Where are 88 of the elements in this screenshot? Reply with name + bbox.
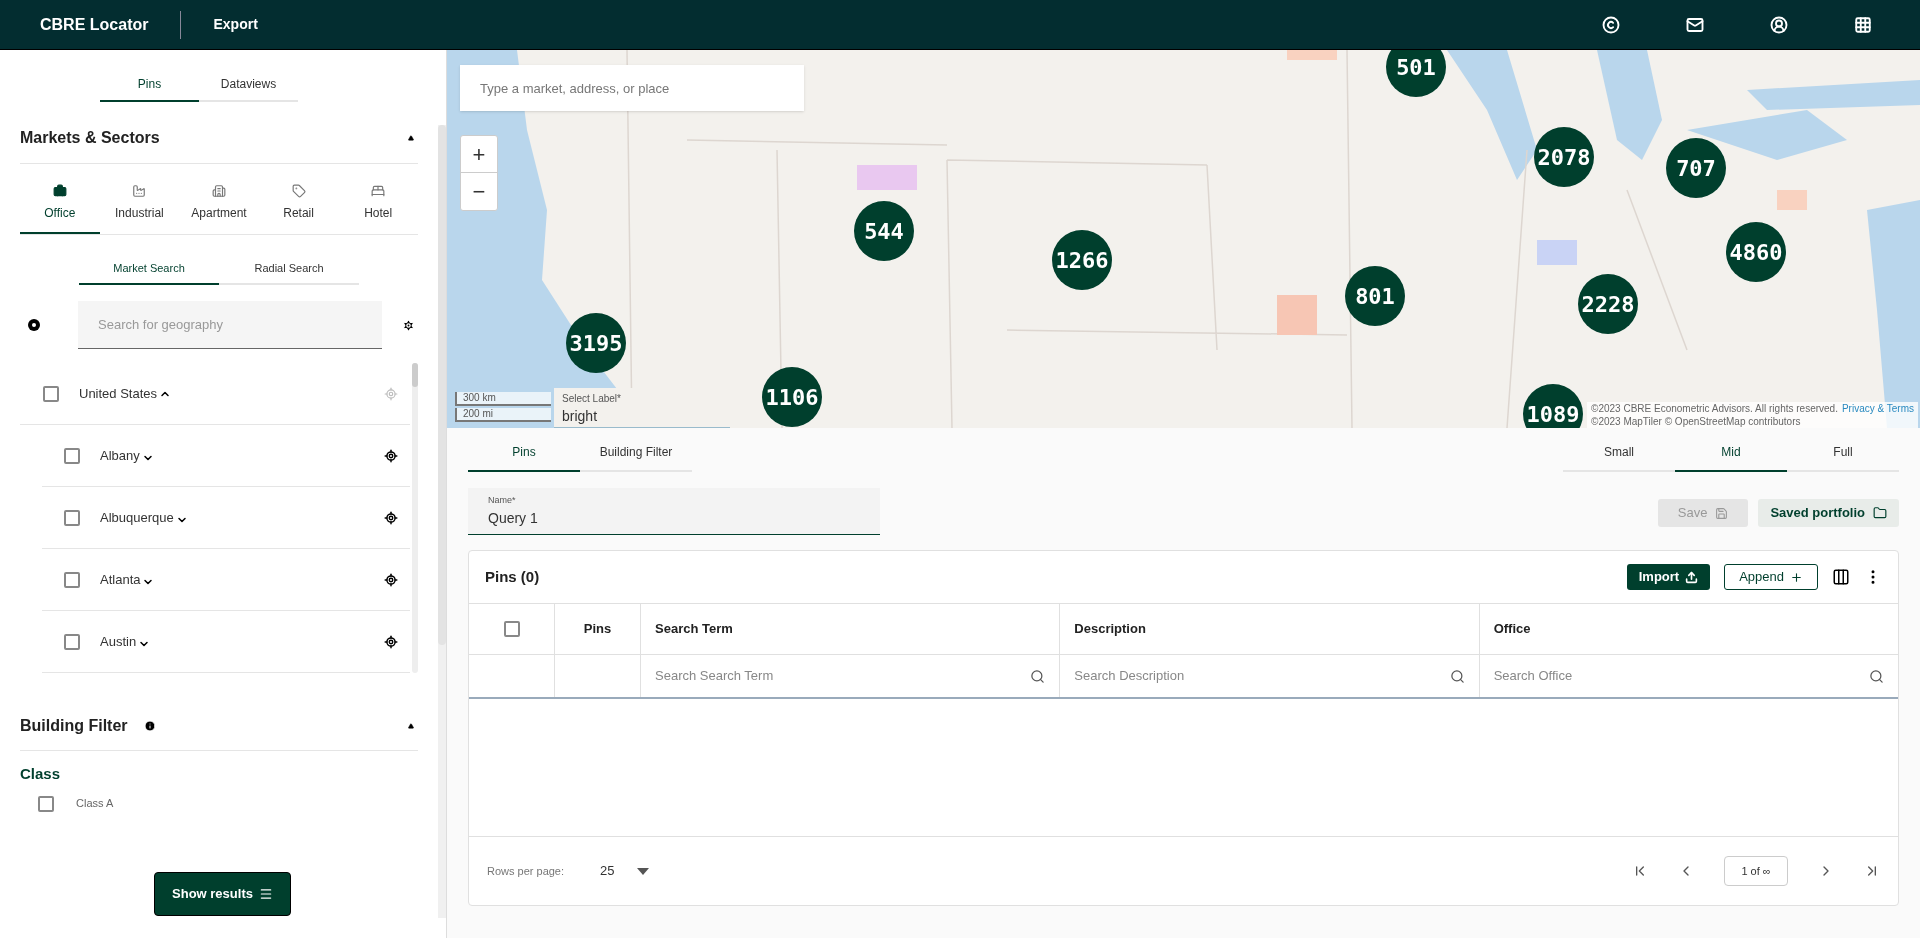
attribution-text: ©2023 CBRE Econometric Advisors. All rights reserved. [1591, 402, 1838, 415]
sector-tab[interactable]: Industrial [99, 184, 180, 234]
export-menu[interactable]: Export [213, 14, 258, 35]
list-icon [258, 887, 273, 901]
search-mode-tab[interactable]: Market Search [79, 253, 219, 285]
column-header: Search Term [655, 620, 733, 639]
show-results-button[interactable]: Show results [154, 872, 291, 916]
search-icon[interactable] [1030, 668, 1046, 684]
tree-item-label[interactable]: Atlanta [100, 569, 141, 590]
dropdown-icon [636, 867, 649, 875]
checkbox[interactable] [64, 509, 80, 526]
apps-grid-icon[interactable] [1854, 15, 1872, 34]
checkbox[interactable] [64, 447, 80, 464]
search-icon[interactable] [1449, 668, 1465, 684]
locate-icon[interactable] [384, 448, 398, 463]
collapse-icon[interactable] [408, 722, 414, 729]
column-header: Description [1074, 620, 1146, 639]
saved-portfolio-button[interactable]: Saved portfolio [1758, 499, 1899, 527]
size-tab[interactable]: Small [1563, 434, 1675, 472]
sidebar-tab[interactable]: Dataviews [199, 68, 298, 102]
tree-item-label[interactable]: Austin [100, 631, 137, 652]
scrollbar-thumb[interactable] [438, 125, 446, 645]
filter-option-label[interactable]: Class A [76, 795, 114, 812]
sector-icon [291, 184, 306, 198]
checkbox[interactable] [38, 795, 54, 812]
mail-icon[interactable] [1686, 15, 1704, 34]
tree-item-label[interactable]: Albany [100, 445, 140, 466]
tree-item-label[interactable]: Albuquerque [100, 507, 174, 528]
table-title: Pins (0) [485, 566, 540, 587]
geography-search-field[interactable]: Search for geography [78, 301, 382, 349]
append-button[interactable]: Append [1724, 564, 1818, 590]
sector-icon [212, 184, 226, 198]
column-filter-field[interactable]: Search Office [1493, 666, 1869, 686]
label-style-select[interactable]: Select Label* bright [554, 388, 730, 428]
sector-icon [371, 184, 386, 198]
page-indicator[interactable]: 1 of ∞ [1724, 856, 1788, 886]
zoom-out-button[interactable]: − [461, 173, 497, 210]
sector-tab[interactable]: Office [20, 184, 100, 234]
scale-bar: 200 mi [455, 408, 551, 422]
zoom-in-button[interactable]: + [461, 136, 497, 173]
settings-icon[interactable] [402, 318, 415, 332]
checkbox[interactable] [64, 571, 80, 588]
size-tab[interactable]: Full [1787, 434, 1899, 472]
folder-icon [1873, 506, 1887, 520]
column-filter-field[interactable]: Search Search Term [655, 666, 1031, 686]
plus-icon [1790, 570, 1803, 584]
rows-per-page-select[interactable]: 25 [600, 861, 649, 881]
info-icon[interactable] [143, 719, 156, 732]
panel-tab[interactable]: Building Filter [580, 434, 692, 472]
map-search-field[interactable]: Type a market, address, or place [460, 65, 804, 111]
sector-tab[interactable]: Apartment [179, 184, 259, 234]
column-header: Office [1493, 620, 1531, 639]
panel-tab[interactable]: Pins [468, 434, 580, 472]
import-button[interactable]: Import [1626, 564, 1711, 590]
rows-per-page-label: Rows per page: [487, 863, 565, 879]
columns-icon[interactable] [1832, 568, 1850, 586]
app-title: CBRE Locator [40, 14, 149, 35]
checkbox[interactable] [43, 385, 59, 402]
upload-icon [1685, 570, 1699, 584]
name-field[interactable]: Name* Query 1 [468, 488, 880, 535]
copyright-icon[interactable] [1602, 15, 1620, 34]
section-title: Markets & Sectors [20, 127, 160, 148]
sector-icon [132, 184, 147, 198]
tree-item-label[interactable]: United States [79, 383, 158, 404]
scrollbar[interactable] [412, 363, 418, 673]
filter-group-title: Class [20, 764, 62, 784]
column-filter-field[interactable]: Search Description [1074, 666, 1450, 686]
sidebar-tab[interactable]: Pins [100, 68, 199, 102]
sector-tab[interactable]: Hotel [338, 184, 418, 234]
save-icon [1715, 506, 1729, 520]
section-title: Building Filter [20, 715, 128, 736]
sector-tab[interactable]: Retail [258, 184, 339, 234]
column-header: Pins [583, 620, 612, 639]
checkbox[interactable] [64, 633, 80, 650]
sector-icon [52, 184, 67, 198]
attribution-text: ©2023 MapTiler © OpenStreetMap contributors [1591, 415, 1802, 428]
locate-icon[interactable] [384, 510, 398, 525]
scale-bar: 300 km [455, 392, 551, 406]
target-icon[interactable] [28, 319, 40, 331]
select-all-checkbox[interactable] [503, 621, 520, 637]
privacy-link[interactable]: Privacy & Terms [1841, 402, 1914, 415]
search-mode-tab[interactable]: Radial Search [219, 253, 359, 285]
locate-icon[interactable] [384, 572, 398, 587]
user-icon[interactable] [1770, 15, 1788, 34]
search-icon[interactable] [1869, 668, 1884, 684]
size-tab[interactable]: Mid [1675, 434, 1787, 472]
collapse-icon[interactable] [408, 134, 414, 141]
locate-icon[interactable] [384, 634, 398, 649]
